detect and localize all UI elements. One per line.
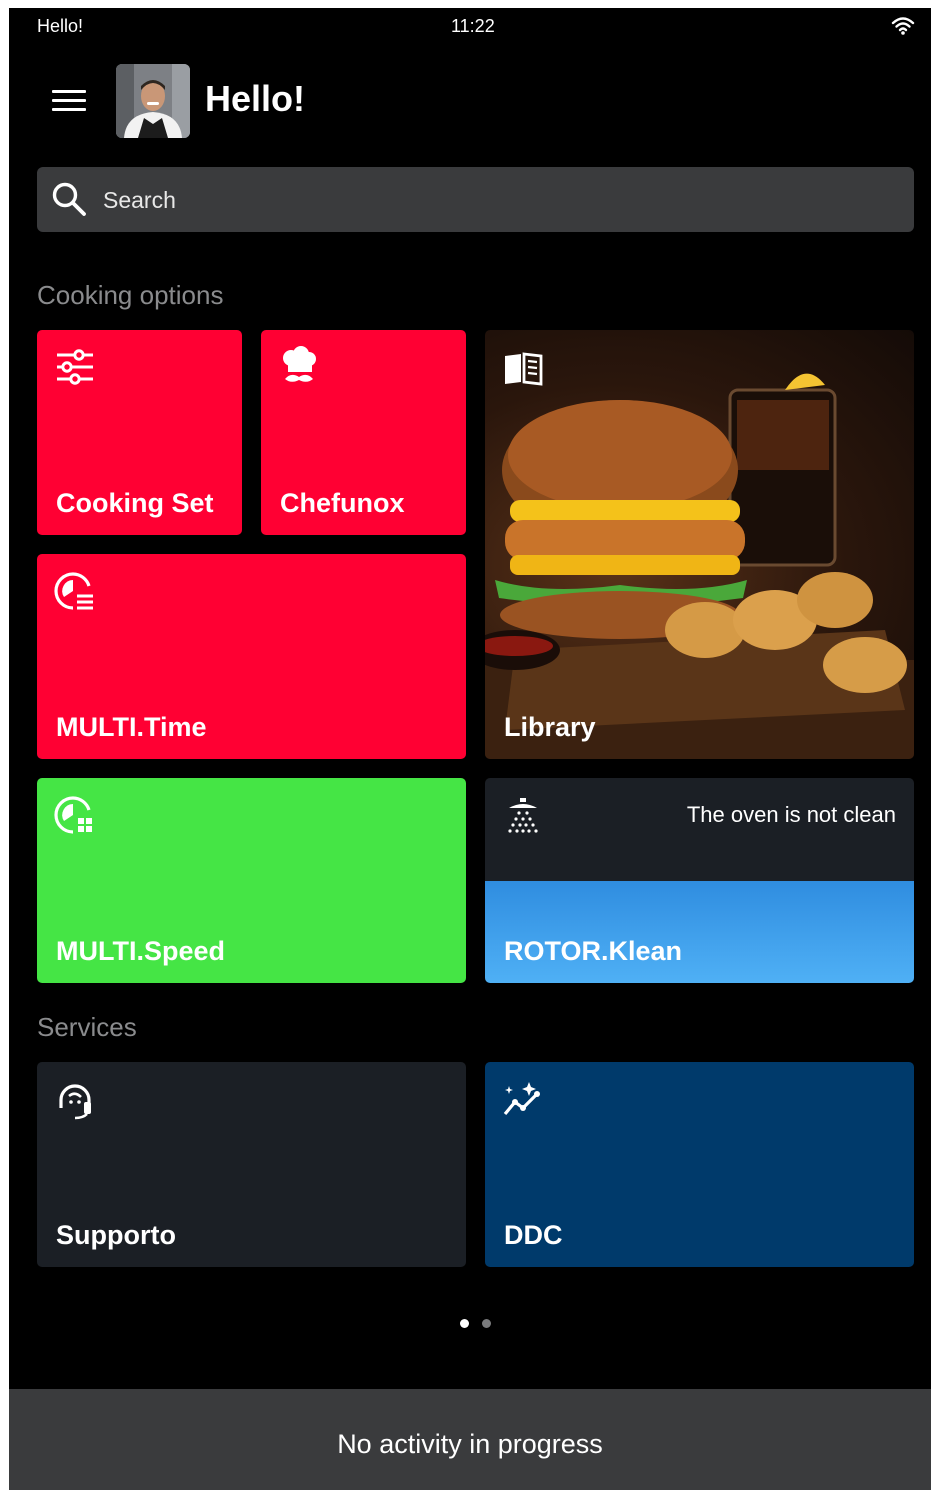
search-icon [52,182,86,216]
status-greeting: Hello! [37,16,84,36]
section-title-services: Services [37,1012,137,1042]
search-bar[interactable] [37,167,914,234]
rotor-klean-status-panel [485,778,914,881]
tile-ddc-label: DDC [504,1220,563,1250]
tile-cooking-set[interactable]: Cooking Set [37,330,242,535]
tile-cooking-set-label: Cooking Set [56,488,214,518]
tile-multi-speed-label: MULTI.Speed [56,936,226,966]
timer-list-icon [54,572,93,610]
tile-supporto-label: Supporto [56,1220,176,1250]
wifi-icon [891,17,915,35]
tile-rotor-klean[interactable]: The oven is not clean ROTOR.Klean [485,778,914,983]
activity-footer[interactable]: No activity in progress [9,1389,931,1490]
tile-chefunox[interactable]: Chefunox [261,330,466,535]
menu-icon[interactable] [49,86,89,116]
headset-icon [59,1084,91,1120]
pager-dot-active[interactable] [460,1319,469,1328]
sliders-icon [57,349,93,385]
rotor-klean-status-text: The oven is not clean [686,802,896,827]
tile-chefunox-label: Chefunox [280,488,405,518]
book-icon [505,352,543,386]
search-input[interactable] [101,167,885,234]
pager-dot[interactable] [482,1319,491,1328]
rotor-klean-action-panel [485,881,914,983]
tile-multi-time[interactable]: MULTI.Time [37,554,466,759]
tile-multi-time-label: MULTI.Time [56,712,207,742]
tile-supporto[interactable]: Supporto [37,1062,466,1267]
library-burger-image [485,373,914,759]
avatar-image [116,64,190,138]
tile-ddc[interactable]: DDC [485,1062,914,1267]
app-screen: Hello! 11:22 Hello! C [9,8,931,1490]
activity-status-text: No activity in progress [337,1429,603,1459]
section-title-cooking-options: Cooking options [37,280,224,310]
chef-hat-icon [283,346,316,382]
tile-rotor-klean-label: ROTOR.Klean [504,936,683,966]
tile-library[interactable]: Library [485,330,914,759]
tile-multi-speed[interactable]: MULTI.Speed [37,778,466,983]
speed-grid-icon [54,796,92,834]
status-bar: Hello! 11:22 [9,8,931,48]
avatar[interactable] [116,64,190,138]
shower-icon [508,798,538,833]
sparkle-chart-icon [503,1082,540,1116]
status-time: 11:22 [451,16,495,36]
page-title: Hello! [205,78,306,119]
tile-library-label: Library [504,712,596,742]
